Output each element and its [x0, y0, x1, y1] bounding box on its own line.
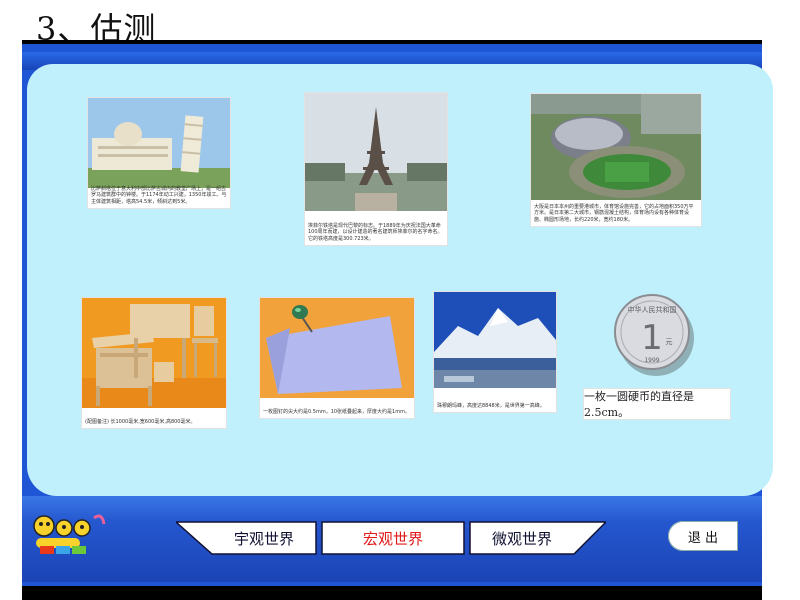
desk-caption: (配图备注) 长1000毫米,宽600毫米,高800毫米。	[85, 418, 196, 425]
desk-image	[82, 298, 226, 408]
eiffel-caption: 埃菲尔铁塔是现代巴黎的标志。于1889年为庆祝法国大革命100周年而建，以设计建…	[308, 222, 443, 242]
card-pisa[interactable]: 比萨斜塔位于意大利中部比萨古城内的教堂广场上，是一组古罗马建筑群中的钟楼。于11…	[88, 98, 230, 208]
mountain-image	[434, 292, 556, 388]
exit-button[interactable]: 退 出	[668, 521, 738, 551]
pin-image	[260, 298, 414, 398]
pin-caption: 一枚图钉的尖大约是0.5mm，10张纸叠起来，厚度大约是1mm。	[263, 408, 410, 415]
stadium-caption: 大阪是日本本州的重要港城市，体育馆设施完善，它的占地面积350万平方米。是日本第…	[534, 203, 694, 223]
coin-unit: 元	[666, 338, 673, 346]
card-mountain[interactable]: 珠穆朗玛峰，高度达8848米，是世界第一高峰。	[434, 292, 556, 412]
coin-year: 1999	[644, 357, 659, 364]
coin-caption: 一枚一圆硬币的直径是2.5cm。	[584, 389, 730, 419]
coin-text-top: 中华人民共和国	[628, 305, 677, 314]
card-stadium[interactable]: 大阪是日本本州的重要港城市，体育馆设施完善，它的占地面积350万平方米。是日本第…	[531, 94, 701, 226]
bottom-black-bar	[22, 586, 762, 600]
card-desk[interactable]: (配图备注) 长1000毫米,宽600毫米,高800毫米。	[82, 298, 226, 428]
logo	[30, 512, 110, 558]
card-eiffel[interactable]: 埃菲尔铁塔是现代巴黎的标志。于1889年为庆祝法国大革命100周年而建，以设计建…	[305, 93, 447, 245]
pisa-caption: 比萨斜塔位于意大利中部比萨古城内的教堂广场上，是一组古罗马建筑群中的钟楼。于11…	[91, 185, 227, 205]
pisa-image	[88, 98, 230, 188]
coin-image[interactable]: 1 中华人民共和国 元 1999	[614, 292, 694, 376]
mountain-caption: 珠穆朗玛峰，高度达8848米，是世界第一高峰。	[437, 402, 545, 409]
coin-value: 1	[641, 318, 663, 358]
nav-button-macro[interactable]: 宏观世界	[322, 521, 464, 555]
card-pin[interactable]: 一枚图钉的尖大约是0.5mm，10张纸叠起来，厚度大约是1mm。	[260, 298, 414, 418]
nav-button-cosmic[interactable]: 宇观世界	[212, 521, 316, 555]
eiffel-image	[305, 93, 447, 211]
nav-button-micro[interactable]: 微观世界	[470, 521, 574, 555]
stadium-image	[531, 94, 701, 200]
